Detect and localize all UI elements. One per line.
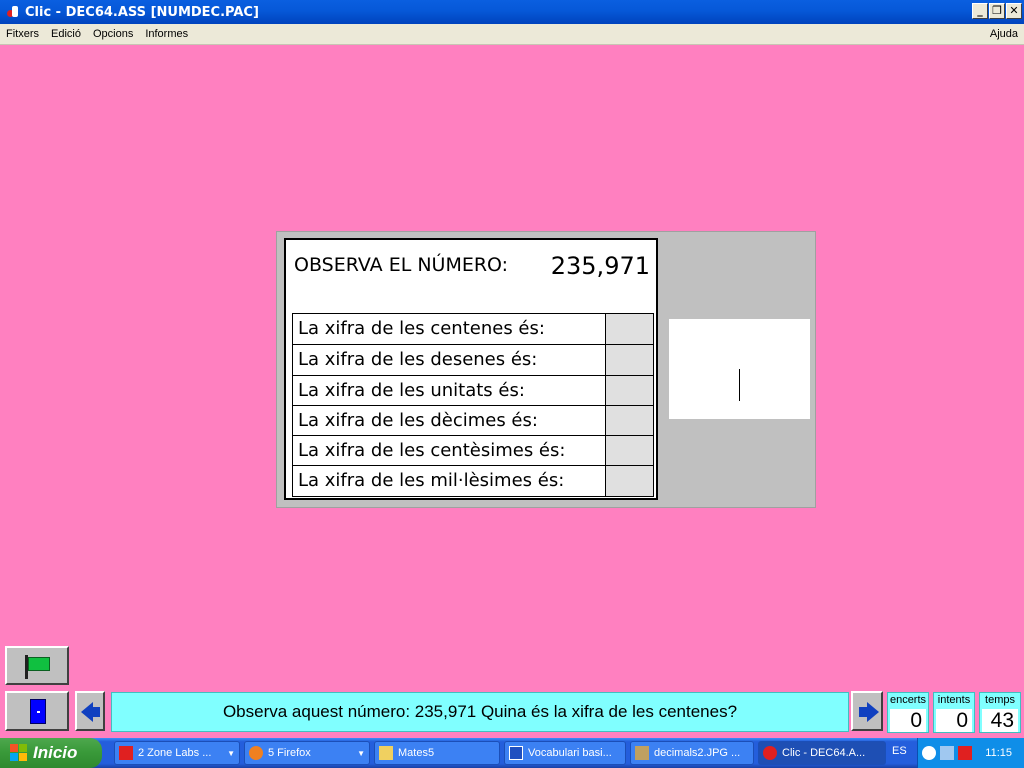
counter-value: 0 [936,709,972,732]
menu-bar: Fitxers Edició Opcions Informes Ajuda [0,24,1024,45]
previous-activity-button[interactable] [75,691,105,731]
answer-cell-millesimes[interactable] [605,466,653,496]
counter-encerts: encerts 0 [887,692,929,733]
question-row-centesimes: La xifra de les centèsimes és: [293,435,653,466]
flag-button[interactable] [5,646,69,685]
menu-fitxers[interactable]: Fitxers [0,28,45,40]
question-row-centenes: La xifra de les centenes és: [293,314,653,345]
answer-cell-unitats[interactable] [605,375,653,405]
task-label: 2 Zone Labs ... [138,747,212,759]
exit-button[interactable] [5,691,69,731]
clic-app-icon[interactable] [5,4,21,20]
question-label: La xifra de les centèsimes és: [298,440,566,462]
task-zonelabs[interactable]: 2 Zone Labs ... ▼ [114,741,240,765]
question-rows: La xifra de les centenes és: La xifra de… [292,313,654,497]
zonealarm-tray-icon[interactable] [958,746,972,760]
counter-label: temps [985,694,1015,706]
restore-button[interactable]: ❐ [989,3,1005,19]
start-button[interactable]: Inicio [0,738,102,768]
message-box: Observa aquest número: 235,971 Quina és … [111,692,849,732]
task-mates5[interactable]: Mates5 [374,741,500,765]
task-decimals2[interactable]: decimals2.JPG ... [630,741,754,765]
activity-panel: OBSERVA EL NÚMERO: 235,971 La xifra de l… [276,231,816,508]
counter-value: 0 [890,709,926,732]
question-row-millesimes: La xifra de les mil·lèsimes és: [293,465,653,496]
number-card: OBSERVA EL NÚMERO: 235,971 La xifra de l… [284,238,658,500]
menu-ajuda[interactable]: Ajuda [984,28,1024,40]
menu-opcions[interactable]: Opcions [87,28,139,40]
text-caret [739,369,740,401]
clic-icon [763,746,777,760]
counter-value: 43 [982,709,1018,732]
door-icon [30,699,46,724]
menu-edicio[interactable]: Edició [45,28,87,40]
system-tray: 11:15 [917,738,1024,768]
question-label: La xifra de les dècimes és: [298,409,538,431]
counter-label: encerts [889,694,927,706]
task-vocabulari[interactable]: Vocabulari basi... [504,741,626,765]
question-label: La xifra de les unitats és: [298,379,525,401]
task-label: Mates5 [398,747,435,759]
menu-informes[interactable]: Informes [139,28,194,40]
task-clic[interactable]: Clic - DEC64.A... [758,741,886,765]
answer-cell-centesimes[interactable] [605,436,653,466]
activity-heading: OBSERVA EL NÚMERO: [294,254,509,276]
tray-expand-icon[interactable] [922,746,936,760]
activity-number: 235,971 [550,252,650,280]
window-title: Clic - DEC64.ASS [NUMDEC.PAC] [25,4,259,20]
task-label: 5 Firefox [268,747,311,759]
windows-logo-icon [10,744,28,762]
counter-intents: intents 0 [933,692,975,733]
folder-icon [379,746,393,760]
question-label: La xifra de les desenes és: [298,349,538,371]
chevron-down-icon: ▼ [357,748,365,758]
answer-cell-centenes[interactable] [605,314,653,345]
word-icon [509,746,523,760]
image-viewer-icon [635,746,649,760]
question-row-unitats: La xifra de les unitats és: [293,374,653,405]
arrow-left-icon [81,702,100,722]
question-row-decimes: La xifra de les dècimes és: [293,404,653,436]
task-firefox[interactable]: 5 Firefox ▼ [244,741,370,765]
language-indicator[interactable]: ES [892,745,907,757]
close-button[interactable]: ✕ [1006,3,1022,19]
chevron-down-icon: ▼ [227,748,235,758]
task-label: Clic - DEC64.A... [782,747,866,759]
answer-cell-decimes[interactable] [605,405,653,436]
firefox-icon [249,746,263,760]
counter-label: intents [937,694,971,706]
task-label: Vocabulari basi... [528,747,612,759]
question-label: La xifra de les centenes és: [298,318,545,339]
answer-cell-desenes[interactable] [605,345,653,375]
task-label: decimals2.JPG ... [654,747,741,759]
network-icon[interactable] [940,746,954,760]
clock: 11:15 [985,747,1012,759]
next-activity-button[interactable] [851,691,883,731]
green-flag-icon [25,655,51,679]
zonealarm-icon [119,746,133,760]
title-bar[interactable]: Clic - DEC64.ASS [NUMDEC.PAC] _ ❐ ✕ [0,0,1024,24]
minimize-button[interactable]: _ [972,3,988,19]
question-row-desenes: La xifra de les desenes és: [293,344,653,375]
counter-temps: temps 43 [979,692,1021,733]
start-label: Inicio [33,743,78,762]
taskbar: Inicio 2 Zone Labs ... ▼ 5 Firefox ▼ Mat… [0,738,1024,768]
answer-input[interactable] [669,319,810,419]
arrow-right-icon [859,702,879,722]
question-label: La xifra de les mil·lèsimes és: [298,470,565,492]
